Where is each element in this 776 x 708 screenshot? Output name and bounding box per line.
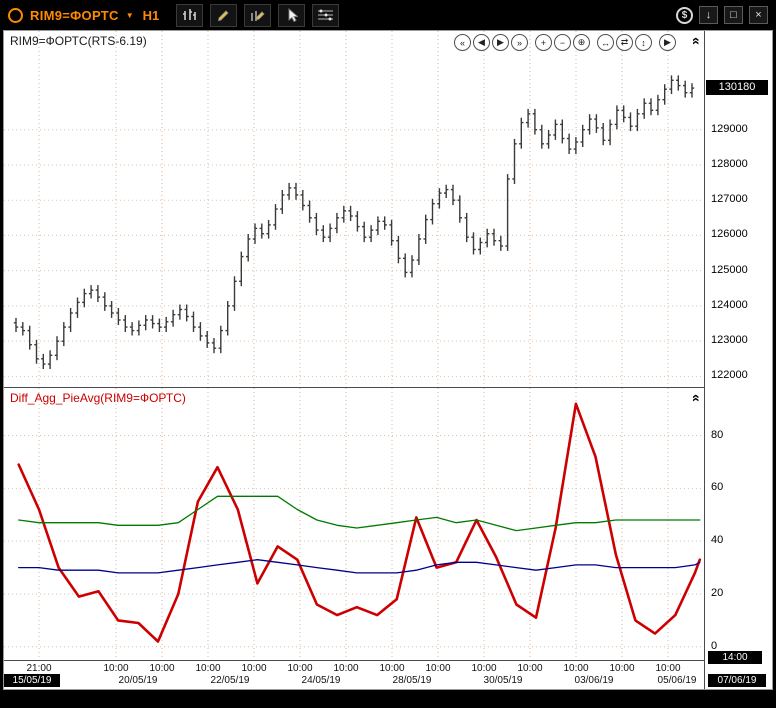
time-tick-label: 10:00 (512, 663, 548, 674)
indicator-panel[interactable]: Diff_Agg_PieAvg(RIM9=ФОРТС) « (4, 388, 704, 661)
close-window-button[interactable]: × (749, 6, 768, 24)
fast-back-button[interactable]: « (454, 34, 471, 51)
price-tick-label: 128000 (711, 158, 748, 170)
zoom-area-button[interactable]: ⊕ (573, 34, 590, 51)
chart-frame: RIM9=ФОРТС(RTS-6.19) «◀▶»+−⊕↔⇄↕▶ « Diff_… (3, 30, 773, 690)
time-tick-label: 10:00 (98, 663, 134, 674)
step-forward-button[interactable]: ▶ (492, 34, 509, 51)
indicator-chart-svg[interactable] (4, 388, 704, 660)
main-chart-panel[interactable]: RIM9=ФОРТС(RTS-6.19) «◀▶»+−⊕↔⇄↕▶ « (4, 31, 704, 388)
main-chart-label: RIM9=ФОРТС(RTS-6.19) (10, 34, 147, 48)
cursor-icon (286, 8, 298, 23)
time-tick-label: 10:00 (558, 663, 594, 674)
last-time-badge: 14:00 (708, 651, 762, 664)
price-tick-label: 125000 (711, 264, 748, 276)
restore-window-button[interactable]: □ (724, 6, 743, 24)
price-tick-label: 122000 (711, 369, 748, 381)
cursor-tool-button[interactable] (278, 4, 305, 27)
main-chart-svg[interactable] (4, 31, 704, 387)
price-tick-label: 124000 (711, 299, 748, 311)
time-tick-label: 10:00 (190, 663, 226, 674)
dollar-icon[interactable]: $ (676, 7, 693, 24)
price-tick-label: 123000 (711, 334, 748, 346)
price-axis[interactable]: 130180 122000 123000 124000 125000 126000 127… (704, 31, 772, 689)
date-tick-label: 30/05/19 (476, 675, 530, 686)
chart-bars-tool-button[interactable] (176, 4, 203, 27)
draw-tool-button[interactable] (210, 4, 237, 27)
indicator-tick-label: 80 (711, 429, 723, 441)
chart-nav-toolbar: «◀▶»+−⊕↔⇄↕▶ (452, 34, 676, 51)
zoom-in-button[interactable]: + (535, 34, 552, 51)
indicator-tick-label: 0 (711, 640, 717, 652)
indicator-label: Diff_Agg_PieAvg(RIM9=ФОРТС) (10, 391, 186, 405)
symbol-selector[interactable]: RIM9=ФОРТС (30, 8, 119, 23)
scale-y-button[interactable]: ↕ (635, 34, 652, 51)
time-tick-label: 10:00 (328, 663, 364, 674)
timeframe-selector[interactable]: H1 (143, 8, 160, 23)
indicator-lines-icon (317, 9, 335, 21)
chart-bars-icon (182, 8, 198, 22)
titlebar: RIM9=ФОРТС ▼ H1 (0, 0, 776, 30)
start-date-badge: 15/05/19 (4, 674, 60, 687)
price-tick-label: 126000 (711, 228, 748, 240)
time-tick-label: 10:00 (144, 663, 180, 674)
indicator-tick-label: 40 (711, 534, 723, 546)
chevron-down-icon[interactable]: ▼ (126, 11, 134, 20)
time-tick-label: 10:00 (282, 663, 318, 674)
date-tick-label: 28/05/19 (385, 675, 439, 686)
time-tick-label: 10:00 (420, 663, 456, 674)
pencil-icon (216, 8, 231, 22)
collapse-main-panel-button[interactable]: « (691, 37, 703, 45)
price-tick-label: 127000 (711, 193, 748, 205)
time-tick-label: 10:00 (236, 663, 272, 674)
time-tick-label: 10:00 (604, 663, 640, 674)
fast-forward-button[interactable]: » (511, 34, 528, 51)
last-price-badge: 130180 (706, 80, 768, 95)
time-tick-label: 21:00 (21, 663, 57, 674)
step-back-button[interactable]: ◀ (473, 34, 490, 51)
down-arrow-button[interactable]: ↓ (699, 6, 718, 24)
date-tick-label: 22/05/19 (203, 675, 257, 686)
app-window: RIM9=ФОРТС ▼ H1 (0, 0, 776, 708)
go-to-end-button[interactable]: ▶ (659, 34, 676, 51)
chart-edit-icon (249, 8, 266, 22)
date-tick-label: 05/06/19 (650, 675, 704, 686)
window-bottom-bar (0, 690, 776, 708)
scale-x-button[interactable]: ⇄ (616, 34, 633, 51)
indicator-tick-label: 60 (711, 481, 723, 493)
plot-column: RIM9=ФОРТС(RTS-6.19) «◀▶»+−⊕↔⇄↕▶ « Diff_… (4, 31, 704, 689)
time-tick-label: 10:00 (650, 663, 686, 674)
date-tick-label: 24/05/19 (294, 675, 348, 686)
fit-width-button[interactable]: ↔ (597, 34, 614, 51)
indicator-tool-button[interactable] (312, 4, 339, 27)
indicator-tick-label: 20 (711, 587, 723, 599)
time-tick-label: 10:00 (466, 663, 502, 674)
chart-edit-tool-button[interactable] (244, 4, 271, 27)
titlebar-right-group: $ ↓ □ × (676, 6, 768, 24)
date-tick-label: 03/06/19 (567, 675, 621, 686)
time-axis[interactable]: 21:00 10:00 10:00 10:00 10:00 10:00 10:00 10:00… (4, 661, 704, 689)
zoom-out-button[interactable]: − (554, 34, 571, 51)
end-date-badge: 07/06/19 (708, 674, 766, 687)
price-tick-label: 129000 (711, 123, 748, 135)
titlebar-left-group: RIM9=ФОРТС ▼ H1 (8, 4, 339, 27)
instrument-logo-icon (8, 8, 23, 23)
collapse-indicator-panel-button[interactable]: « (691, 394, 703, 402)
date-tick-label: 20/05/19 (111, 675, 165, 686)
time-tick-label: 10:00 (374, 663, 410, 674)
